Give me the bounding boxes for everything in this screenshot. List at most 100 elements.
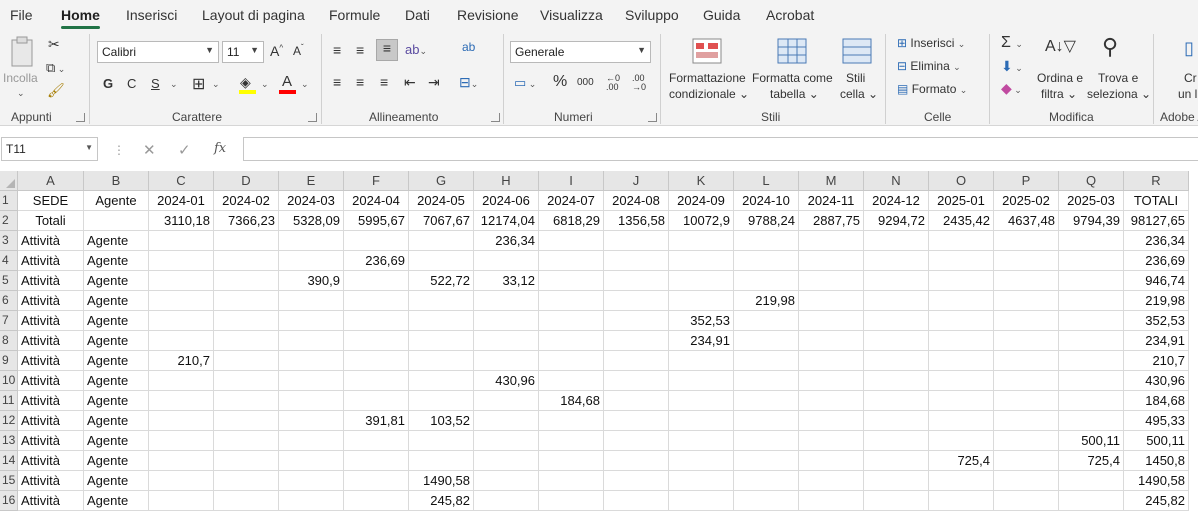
cell-n11[interactable] xyxy=(864,391,929,411)
cell-g15[interactable]: 1490,58 xyxy=(409,471,474,491)
wrap-text-icon[interactable]: ab xyxy=(462,40,475,54)
row-header-4[interactable]: 4 xyxy=(0,251,18,271)
cell-r7[interactable]: 352,53 xyxy=(1124,311,1189,331)
cell-n2[interactable]: 9294,72 xyxy=(864,211,929,231)
cell-m6[interactable] xyxy=(799,291,864,311)
cell-l2[interactable]: 9788,24 xyxy=(734,211,799,231)
cell-m12[interactable] xyxy=(799,411,864,431)
tab-sviluppo[interactable]: Sviluppo xyxy=(625,7,679,23)
shrink-font-icon[interactable]: Aˇ xyxy=(293,43,304,58)
cell-h13[interactable] xyxy=(474,431,539,451)
cell-d2[interactable]: 7366,23 xyxy=(214,211,279,231)
cell-m8[interactable] xyxy=(799,331,864,351)
cell-d14[interactable] xyxy=(214,451,279,471)
column-header-q[interactable]: Q xyxy=(1059,171,1124,191)
cell-d10[interactable] xyxy=(214,371,279,391)
cell-n1[interactable]: 2024-12 xyxy=(864,191,929,211)
column-header-p[interactable]: P xyxy=(994,171,1059,191)
cell-k6[interactable] xyxy=(669,291,734,311)
cell-m15[interactable] xyxy=(799,471,864,491)
cell-b2[interactable] xyxy=(84,211,149,231)
cell-h10[interactable]: 430,96 xyxy=(474,371,539,391)
cancel-icon[interactable]: ✕ xyxy=(143,141,156,159)
cell-h8[interactable] xyxy=(474,331,539,351)
cell-o10[interactable] xyxy=(929,371,994,391)
cell-a5[interactable]: Attività xyxy=(18,271,84,291)
thousands-separator-button[interactable]: 000 xyxy=(577,77,594,88)
cell-f5[interactable] xyxy=(344,271,409,291)
cell-b9[interactable]: Agente xyxy=(84,351,149,371)
appunti-launcher-icon[interactable] xyxy=(76,113,85,122)
cell-r16[interactable]: 245,82 xyxy=(1124,491,1189,511)
cell-f8[interactable] xyxy=(344,331,409,351)
cell-e11[interactable] xyxy=(279,391,344,411)
cell-i9[interactable] xyxy=(539,351,604,371)
cell-b5[interactable]: Agente xyxy=(84,271,149,291)
align-middle-icon[interactable]: ≡ xyxy=(356,42,364,58)
cell-f11[interactable] xyxy=(344,391,409,411)
cell-q7[interactable] xyxy=(1059,311,1124,331)
cell-e8[interactable] xyxy=(279,331,344,351)
adobe-create-label-2[interactable]: un l xyxy=(1178,86,1197,102)
cell-d11[interactable] xyxy=(214,391,279,411)
cell-l10[interactable] xyxy=(734,371,799,391)
cell-d1[interactable]: 2024-02 xyxy=(214,191,279,211)
cell-c3[interactable] xyxy=(149,231,214,251)
conditional-format-label-2[interactable]: condizionale ⌄ xyxy=(669,86,749,102)
cell-j2[interactable]: 1356,58 xyxy=(604,211,669,231)
cell-d7[interactable] xyxy=(214,311,279,331)
cell-b12[interactable]: Agente xyxy=(84,411,149,431)
cell-k11[interactable] xyxy=(669,391,734,411)
cell-k3[interactable] xyxy=(669,231,734,251)
cell-l16[interactable] xyxy=(734,491,799,511)
cell-g6[interactable] xyxy=(409,291,474,311)
cell-b11[interactable]: Agente xyxy=(84,391,149,411)
cell-e15[interactable] xyxy=(279,471,344,491)
cell-a7[interactable]: Attività xyxy=(18,311,84,331)
cell-q2[interactable]: 9794,39 xyxy=(1059,211,1124,231)
cell-p13[interactable] xyxy=(994,431,1059,451)
cell-j12[interactable] xyxy=(604,411,669,431)
name-box[interactable]: T11 ▼ xyxy=(1,137,98,161)
increase-indent-icon[interactable]: ⇥ xyxy=(428,74,440,91)
cell-e3[interactable] xyxy=(279,231,344,251)
row-header-15[interactable]: 15 xyxy=(0,471,18,491)
cell-c16[interactable] xyxy=(149,491,214,511)
cell-d15[interactable] xyxy=(214,471,279,491)
conditional-format-label-1[interactable]: Formattazione xyxy=(669,70,746,86)
cell-i3[interactable] xyxy=(539,231,604,251)
tab-home[interactable]: Home xyxy=(61,7,100,29)
cell-n9[interactable] xyxy=(864,351,929,371)
cell-e9[interactable] xyxy=(279,351,344,371)
cell-l6[interactable]: 219,98 xyxy=(734,291,799,311)
cell-r12[interactable]: 495,33 xyxy=(1124,411,1189,431)
column-header-d[interactable]: D xyxy=(214,171,279,191)
cell-a16[interactable]: Attività xyxy=(18,491,84,511)
cell-i15[interactable] xyxy=(539,471,604,491)
cell-f1[interactable]: 2024-04 xyxy=(344,191,409,211)
align-center-icon[interactable]: ≡ xyxy=(356,74,364,90)
cell-r15[interactable]: 1490,58 xyxy=(1124,471,1189,491)
cell-m14[interactable] xyxy=(799,451,864,471)
cell-i16[interactable] xyxy=(539,491,604,511)
cell-c1[interactable]: 2024-01 xyxy=(149,191,214,211)
cell-o1[interactable]: 2025-01 xyxy=(929,191,994,211)
fill-icon[interactable]: ⬇ ⌄ xyxy=(1001,58,1023,75)
cell-l12[interactable] xyxy=(734,411,799,431)
cell-r4[interactable]: 236,69 xyxy=(1124,251,1189,271)
cell-c12[interactable] xyxy=(149,411,214,431)
cell-p14[interactable] xyxy=(994,451,1059,471)
cell-e1[interactable]: 2024-03 xyxy=(279,191,344,211)
cell-f12[interactable]: 391,81 xyxy=(344,411,409,431)
number-format-select[interactable]: Generale ▼ xyxy=(510,41,651,63)
tab-formule[interactable]: Formule xyxy=(329,7,380,23)
cell-i8[interactable] xyxy=(539,331,604,351)
select-all-button[interactable] xyxy=(0,171,18,191)
accounting-format-icon[interactable]: ▭ ⌄ xyxy=(514,75,536,91)
cell-l5[interactable] xyxy=(734,271,799,291)
cell-n7[interactable] xyxy=(864,311,929,331)
adobe-create-label-1[interactable]: Cr xyxy=(1184,70,1197,86)
column-header-f[interactable]: F xyxy=(344,171,409,191)
borders-icon[interactable]: ⊞ xyxy=(192,74,205,94)
cell-m9[interactable] xyxy=(799,351,864,371)
